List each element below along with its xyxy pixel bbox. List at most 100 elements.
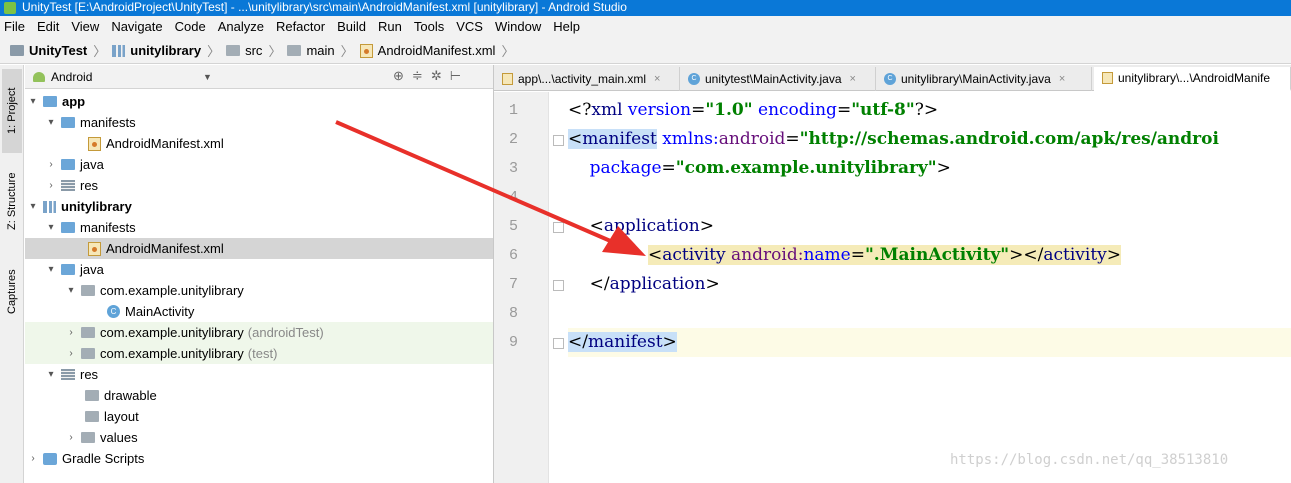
line-number: 9 [508, 334, 518, 351]
chevron-right-icon[interactable]: › [45, 180, 57, 191]
menu-analyze[interactable]: Analyze [218, 16, 264, 38]
tree-row-res[interactable]: ▾ res [25, 364, 493, 385]
tree-row-gradle-scripts[interactable]: › Gradle Scripts [25, 448, 493, 469]
fold-marker-icon[interactable] [553, 280, 564, 291]
code-token: </ [568, 274, 610, 294]
tree-row-package[interactable]: ▾ com.example.unitylibrary [25, 280, 493, 301]
tree-row-values[interactable]: › values [25, 427, 493, 448]
tab-unitylibrary-mainactivity[interactable]: Cunitylibrary\MainActivity.java × [876, 67, 1092, 91]
chevron-right-icon[interactable]: › [65, 348, 77, 359]
tree-row-manifest-file[interactable]: AndroidManifest.xml [25, 133, 493, 154]
fold-marker-icon[interactable] [553, 338, 564, 349]
tree-row-label: com.example.unitylibrary [100, 325, 244, 340]
chevron-down-icon[interactable]: ▼ [203, 72, 212, 82]
chevron-down-icon[interactable]: ▾ [27, 96, 39, 107]
tree-row-manifests[interactable]: ▾ manifests [25, 217, 493, 238]
code-editor[interactable]: <?xml version="1.0" encoding="utf-8"?> <… [568, 92, 1291, 483]
code-token: android: [725, 245, 804, 265]
fold-marker-icon[interactable] [553, 135, 564, 146]
close-icon[interactable]: × [1059, 73, 1065, 85]
tab-structure[interactable]: Z: Structure [2, 159, 22, 243]
tab-android-manifest[interactable]: unitylibrary\...\AndroidManife [1094, 67, 1291, 91]
chevron-down-icon[interactable]: ▾ [45, 369, 57, 380]
module-icon [43, 200, 56, 213]
hide-icon[interactable]: ⊢ [450, 68, 461, 84]
code-token: > [1106, 245, 1122, 265]
android-icon [33, 71, 45, 82]
menu-help[interactable]: Help [553, 16, 580, 38]
locate-icon[interactable]: ⊕ [393, 68, 404, 84]
breadcrumb-file[interactable]: AndroidManifest.xml [359, 43, 495, 58]
tree-row-package-test[interactable]: › com.example.unitylibrary (test) [25, 343, 493, 364]
tab-activity-main[interactable]: app\...\activity_main.xml × [494, 67, 680, 91]
tree-row-layout[interactable]: layout [25, 406, 493, 427]
breadcrumb-label: main [306, 43, 335, 58]
tab-project[interactable]: 1: Project [2, 69, 22, 153]
tab-project-label: 1: Project [6, 87, 18, 135]
code-token: version [627, 100, 692, 120]
xml-file-icon [359, 43, 373, 58]
chevron-down-icon[interactable]: ▾ [27, 201, 39, 212]
gear-icon[interactable]: ✲ [431, 68, 442, 84]
xml-file-icon [88, 136, 101, 151]
tree-row-package-androidtest[interactable]: › com.example.unitylibrary (androidTest) [25, 322, 493, 343]
menu-bar: File Edit View Navigate Code Analyze Ref… [0, 16, 1291, 38]
tree-row-manifest-file-selected[interactable]: AndroidManifest.xml [25, 238, 493, 259]
menu-code[interactable]: Code [175, 16, 206, 38]
tab-captures[interactable]: Captures [2, 257, 22, 327]
tree-row-drawable[interactable]: drawable [25, 385, 493, 406]
editor-tabs: app\...\activity_main.xml × Cunitytest\Ma… [494, 65, 1291, 91]
tree-row-manifests[interactable]: ▾ manifests [25, 112, 493, 133]
tree-row-app[interactable]: ▾ app [25, 91, 493, 112]
breadcrumb-main[interactable]: main [287, 43, 335, 58]
tree-row-java[interactable]: ▾ java [25, 259, 493, 280]
code-token: manifest [582, 129, 657, 149]
code-line-1: <?xml version="1.0" encoding="utf-8"?> [568, 96, 1291, 125]
chevron-down-icon[interactable]: ▾ [45, 264, 57, 275]
close-icon[interactable]: × [654, 73, 660, 85]
menu-view[interactable]: View [71, 16, 99, 38]
tree-row-label: values [100, 430, 138, 445]
code-token: package [568, 158, 662, 178]
chevron-down-icon[interactable]: ▾ [65, 285, 77, 296]
tab-unitytest-mainactivity[interactable]: Cunitytest\MainActivity.java × [680, 67, 876, 91]
class-icon: C [688, 73, 700, 85]
breadcrumb-project[interactable]: UnityTest [10, 43, 87, 58]
menu-edit[interactable]: Edit [37, 16, 59, 38]
menu-tools[interactable]: Tools [414, 16, 444, 38]
tree-row-unitylibrary[interactable]: ▾ unitylibrary [25, 196, 493, 217]
breadcrumb-src[interactable]: src [226, 43, 262, 58]
collapse-icon[interactable]: ≑ [412, 68, 423, 84]
tree-row-label: manifests [80, 220, 136, 235]
resources-folder-icon [61, 369, 75, 380]
menu-navigate[interactable]: Navigate [111, 16, 162, 38]
menu-build[interactable]: Build [337, 16, 366, 38]
project-tree: ▾ app ▾ manifests AndroidManifest.xml › jav… [25, 90, 493, 483]
tree-row-mainactivity[interactable]: C MainActivity [25, 301, 493, 322]
menu-refactor[interactable]: Refactor [276, 16, 325, 38]
folder-icon [226, 45, 241, 56]
breadcrumb-module[interactable]: unitylibrary [112, 43, 201, 58]
code-token: </manifest> [568, 332, 677, 352]
menu-vcs[interactable]: VCS [456, 16, 483, 38]
fold-marker-icon[interactable] [553, 222, 564, 233]
chevron-right-icon[interactable]: › [45, 159, 57, 170]
code-line-3: package="com.example.unitylibrary"> [568, 154, 1291, 183]
code-token: = [850, 245, 865, 265]
code-token: = [836, 100, 852, 120]
menu-file[interactable]: File [4, 16, 25, 38]
chevron-right-icon[interactable]: › [65, 327, 77, 338]
tree-row-res[interactable]: › res [25, 175, 493, 196]
breadcrumb: UnityTest 〉 unitylibrary 〉 src 〉 main 〉 … [0, 38, 1291, 64]
tree-row-java[interactable]: › java [25, 154, 493, 175]
chevron-down-icon[interactable]: ▾ [45, 117, 57, 128]
chevron-right-icon[interactable]: › [65, 432, 77, 443]
menu-run[interactable]: Run [378, 16, 402, 38]
close-icon[interactable]: × [850, 73, 856, 85]
project-view-selector[interactable]: Android [51, 70, 92, 84]
chevron-down-icon[interactable]: ▾ [45, 222, 57, 233]
tab-label: unitytest\MainActivity.java [705, 72, 842, 86]
menu-window[interactable]: Window [495, 16, 541, 38]
chevron-right-icon[interactable]: › [27, 453, 39, 464]
code-token: < [568, 129, 583, 149]
